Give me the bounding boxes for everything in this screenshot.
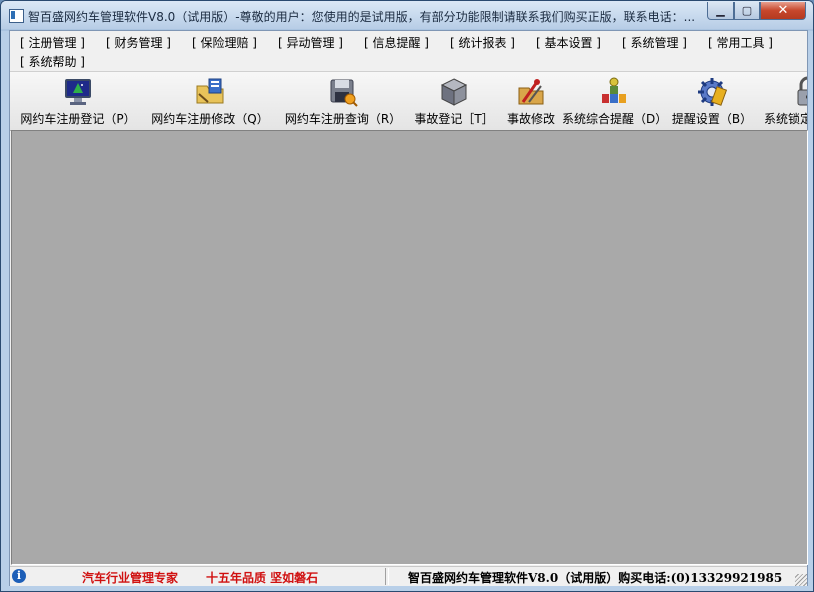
tool-reminder-settings[interactable]: 提醒设置（B） bbox=[670, 72, 754, 130]
app-window: 智百盛网约车管理软件V8.0（试用版）-尊敬的用户：您使用的是试用版，有部分功能… bbox=[0, 0, 814, 592]
tool-query-label: 网约车注册查询（R） bbox=[284, 112, 402, 126]
menu-bar: [ 注册管理 ] [ 财务管理 ] [ 保险理赔 ] [ 异动管理 ] [ 信息… bbox=[10, 31, 807, 69]
menu-tools[interactable]: [ 常用工具 ] bbox=[708, 34, 773, 51]
tool-modify[interactable]: 网约车注册修改（Q） bbox=[146, 72, 274, 130]
tool-accident-register-label: 事故登记［T］ bbox=[414, 112, 494, 126]
menu-insurance[interactable]: [ 保险理赔 ] bbox=[192, 34, 257, 51]
tool-accident-modify-label: 事故修改 bbox=[506, 112, 555, 126]
tool-register-label: 网约车注册登记（P） bbox=[20, 112, 136, 126]
status-bar: i 汽车行业管理专家 十五年品质 坚如磐石 智百盛网约车管理软件V8.0（试用版… bbox=[10, 566, 807, 586]
gear-icon bbox=[698, 78, 728, 106]
menu-help[interactable]: [ 系统帮助 ] bbox=[20, 53, 85, 70]
resize-grip[interactable] bbox=[795, 574, 807, 586]
app-icon[interactable] bbox=[9, 9, 24, 23]
menu-register[interactable]: [ 注册管理 ] bbox=[20, 34, 85, 51]
disk-search-icon bbox=[330, 79, 358, 107]
close-button[interactable]: ✕ bbox=[760, 2, 806, 20]
monitor-icon bbox=[65, 79, 91, 105]
maximize-button[interactable]: ▢ bbox=[734, 2, 760, 20]
title-bar[interactable]: 智百盛网约车管理软件V8.0（试用版）-尊敬的用户：您使用的是试用版，有部分功能… bbox=[1, 1, 813, 29]
window-title: 智百盛网约车管理软件V8.0（试用版）-尊敬的用户：您使用的是试用版，有部分功能… bbox=[28, 10, 696, 24]
tool-reminder-settings-label: 提醒设置（B） bbox=[671, 112, 753, 126]
menu-basic-settings[interactable]: [ 基本设置 ] bbox=[536, 34, 601, 51]
menu-reminder[interactable]: [ 信息提醒 ] bbox=[364, 34, 429, 51]
status-product: 智百盛网约车管理软件V8.0（试用版）购买电话:(0)13329921985 bbox=[408, 571, 783, 585]
menu-change[interactable]: [ 异动管理 ] bbox=[278, 34, 343, 51]
folder-edit-icon bbox=[196, 78, 224, 104]
tool-query[interactable]: 网约车注册查询（R） bbox=[278, 72, 408, 130]
client-area: [ 注册管理 ] [ 财务管理 ] [ 保险理赔 ] [ 异动管理 ] [ 信息… bbox=[9, 30, 808, 586]
status-separator bbox=[385, 568, 389, 585]
tool-modify-label: 网约车注册修改（Q） bbox=[151, 112, 269, 126]
mdi-workspace[interactable] bbox=[11, 130, 808, 565]
info-icon: i bbox=[12, 569, 26, 583]
minimize-button[interactable]: ▁ bbox=[707, 2, 734, 20]
tool-accident-modify[interactable]: 事故修改 bbox=[502, 72, 560, 130]
tool-accident-register[interactable]: 事故登记［T］ bbox=[410, 72, 498, 130]
tray-icon bbox=[602, 77, 626, 103]
status-slogan-2: 十五年品质 坚如磐石 bbox=[206, 571, 319, 585]
cube-icon bbox=[440, 78, 468, 106]
tool-system-reminder[interactable]: 系统综合提醒（D） bbox=[562, 72, 668, 130]
status-slogan-1: 汽车行业管理专家 bbox=[82, 571, 179, 585]
menu-reports[interactable]: [ 统计报表 ] bbox=[450, 34, 515, 51]
tool-system-reminder-label: 系统综合提醒（D） bbox=[562, 112, 668, 126]
menu-system[interactable]: [ 系统管理 ] bbox=[622, 34, 687, 51]
menu-finance[interactable]: [ 财务管理 ] bbox=[106, 34, 171, 51]
toolbar: 网约车注册登记（P） 网约车注册修改（Q） 网约车注册查询（R） 事故登记［T］… bbox=[10, 71, 807, 131]
tool-system-lock-label: 系统锁定 bbox=[764, 112, 807, 126]
tools-icon bbox=[518, 79, 544, 105]
tool-register[interactable]: 网约车注册登记（P） bbox=[16, 72, 140, 130]
tool-system-lock[interactable]: 系统锁定 bbox=[758, 72, 807, 130]
lock-icon bbox=[797, 76, 807, 106]
